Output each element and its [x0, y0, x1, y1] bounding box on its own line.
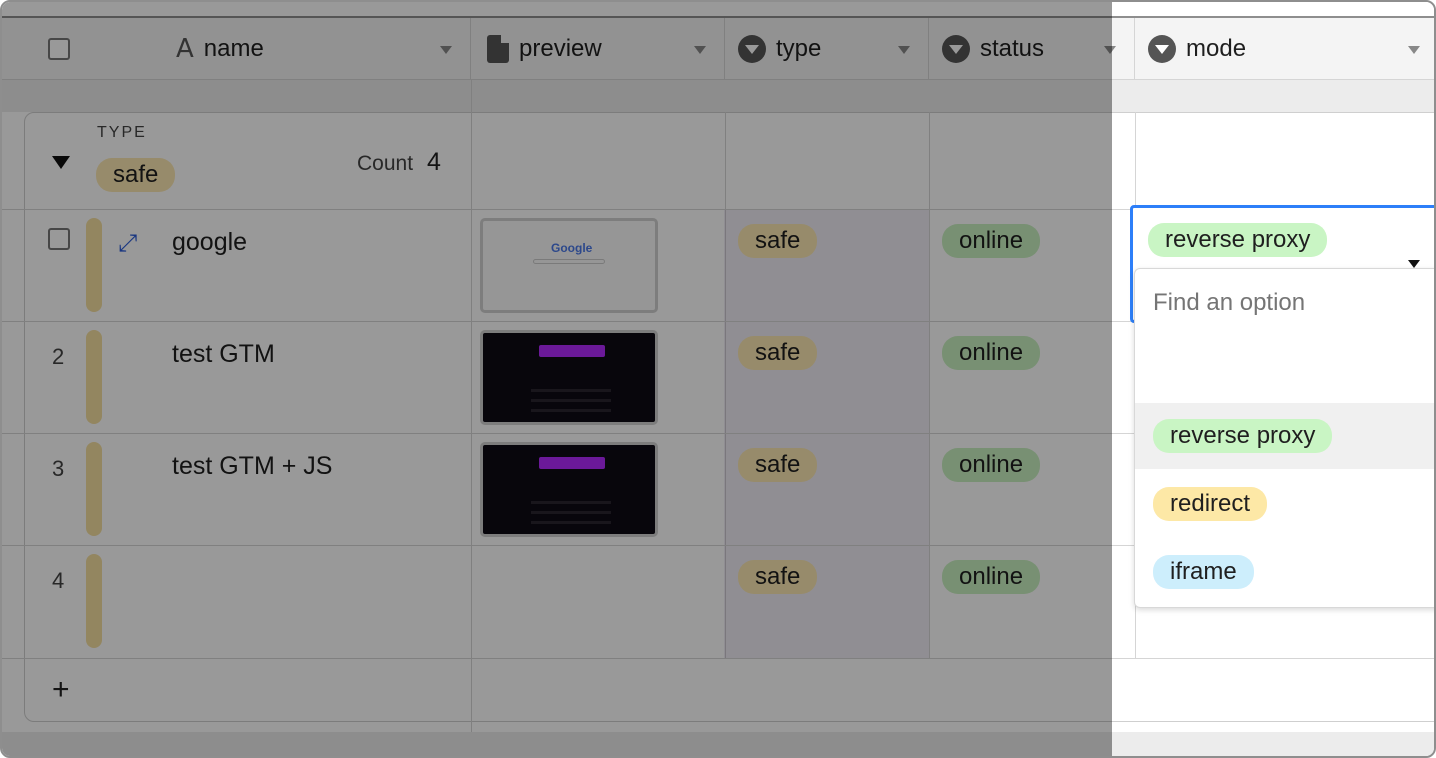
chevron-down-icon[interactable] — [1408, 260, 1420, 268]
option-dropdown: reverse proxy redirect iframe — [1134, 268, 1434, 608]
single-select-icon — [1148, 35, 1176, 63]
option-iframe[interactable]: iframe — [1135, 539, 1434, 605]
option-redirect[interactable]: redirect — [1135, 471, 1434, 537]
option-pill: iframe — [1153, 555, 1254, 589]
option-reverse-proxy[interactable]: reverse proxy — [1135, 403, 1434, 469]
grid-view: A name preview type status mode TYPE saf… — [0, 0, 1436, 758]
option-search-input[interactable] — [1153, 289, 1433, 317]
mode-selected-pill: reverse proxy — [1148, 223, 1328, 257]
option-pill: reverse proxy — [1153, 419, 1333, 453]
column-header-label: mode — [1186, 35, 1247, 62]
column-header-mode[interactable]: mode — [1135, 18, 1434, 80]
modal-dim-overlay[interactable] — [2, 2, 1112, 756]
chevron-down-icon[interactable] — [1408, 46, 1420, 54]
option-pill: redirect — [1153, 487, 1268, 521]
